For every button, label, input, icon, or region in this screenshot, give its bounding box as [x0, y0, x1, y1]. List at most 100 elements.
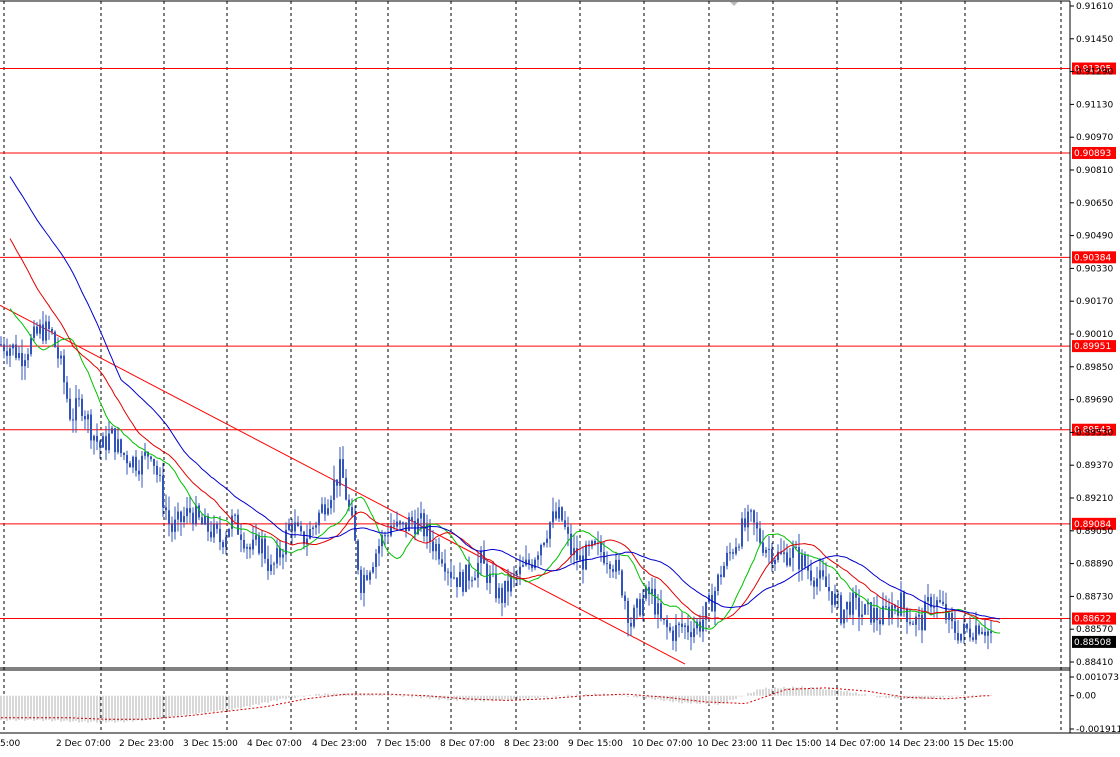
candle-body [885, 606, 887, 608]
candle-body [540, 544, 542, 556]
candle-body [879, 620, 881, 625]
candle-body [186, 508, 188, 517]
candle-body [564, 520, 566, 528]
candle-body [342, 459, 344, 478]
candle-body [558, 507, 560, 519]
candle-body [615, 559, 617, 572]
candle-body [753, 510, 755, 523]
candle-body [369, 572, 371, 580]
candle-body [420, 513, 422, 519]
candle-body [822, 570, 824, 577]
candle-body [447, 571, 449, 573]
candle-body [957, 632, 959, 641]
candle-body [453, 577, 455, 579]
candle-body [144, 452, 146, 456]
candle-body [411, 517, 413, 522]
y-tick-label: 0.91130 [1076, 100, 1113, 110]
candle-body [636, 599, 638, 608]
candle-body [387, 535, 389, 537]
candle-body [480, 550, 482, 564]
candle-body [873, 608, 875, 623]
candle-body [693, 628, 695, 638]
x-tick-label: 9 Dec 15:00 [568, 739, 623, 749]
candle-body [435, 543, 437, 552]
candle-body [351, 507, 353, 516]
level-label: 0.90893 [1074, 149, 1111, 159]
candle-body [858, 597, 860, 617]
candle-body [969, 628, 971, 638]
candle-body [633, 607, 635, 627]
candle-body [318, 512, 320, 526]
candle-body [315, 525, 317, 528]
candle-body [54, 331, 56, 348]
chart-canvas[interactable]: 0.913050.908930.903840.899510.895430.890… [0, 0, 1120, 757]
candle-body [63, 355, 65, 383]
candle-body [666, 619, 668, 628]
y-tick-label: 0.90330 [1076, 264, 1113, 274]
candle-body [9, 348, 11, 356]
candle-body [384, 535, 386, 537]
candle-body [555, 511, 557, 519]
candle-body [6, 351, 8, 356]
candle-body [606, 563, 608, 565]
candle-body [792, 547, 794, 558]
candle-body [237, 514, 239, 535]
candle-body [15, 344, 17, 358]
candle-body [714, 590, 716, 612]
candle-body [69, 398, 71, 420]
candle-body [255, 535, 257, 540]
candle-body [240, 534, 242, 540]
candle-body [639, 599, 641, 616]
candle-body [198, 505, 200, 518]
candle-body [438, 543, 440, 560]
candle-body [966, 623, 968, 629]
candle-body [51, 329, 53, 332]
candle-body [801, 554, 803, 570]
candle-body [846, 601, 848, 610]
candle-body [912, 623, 914, 625]
candle-body [618, 559, 620, 571]
candle-body [75, 398, 77, 421]
candle-body [888, 606, 890, 618]
candle-body [924, 601, 926, 631]
candle-body [672, 630, 674, 641]
sub-y-tick-label: 0.001073 [1076, 673, 1119, 683]
candle-body [963, 623, 965, 634]
candle-body [918, 614, 920, 617]
y-tick-label: 0.88410 [1076, 658, 1113, 668]
x-tick-label: 5:00 [0, 739, 20, 749]
candle-body [642, 598, 644, 616]
candle-body [375, 553, 377, 567]
candle-body [423, 513, 425, 537]
candle-body [738, 546, 740, 548]
candle-body [300, 525, 302, 532]
candle-body [108, 433, 110, 451]
candle-body [177, 511, 179, 520]
candle-body [222, 542, 224, 548]
candle-body [612, 569, 614, 572]
candle-body [549, 522, 551, 539]
candle-body [600, 542, 602, 553]
candle-body [204, 515, 206, 525]
y-tick-label: 0.91290 [1076, 68, 1113, 78]
candle-body [552, 511, 554, 523]
candle-body [207, 515, 209, 532]
candle-body [861, 614, 863, 617]
candle-body [234, 514, 236, 516]
candle-body [135, 456, 137, 471]
y-tick-label: 0.90970 [1076, 133, 1113, 143]
candle-body [90, 414, 92, 441]
candle-body [132, 456, 134, 468]
candle-body [345, 477, 347, 500]
y-tick-label: 0.91610 [1076, 2, 1113, 12]
level-label: 0.90384 [1074, 253, 1111, 263]
y-tick-label: 0.88890 [1076, 560, 1113, 570]
candle-body [831, 591, 833, 605]
candle-body [81, 398, 83, 417]
candle-body [621, 570, 623, 596]
candle-body [162, 475, 164, 508]
candle-body [462, 571, 464, 592]
candle-body [450, 571, 452, 579]
y-tick-label: 0.91450 [1076, 35, 1113, 45]
candle-body [324, 504, 326, 515]
